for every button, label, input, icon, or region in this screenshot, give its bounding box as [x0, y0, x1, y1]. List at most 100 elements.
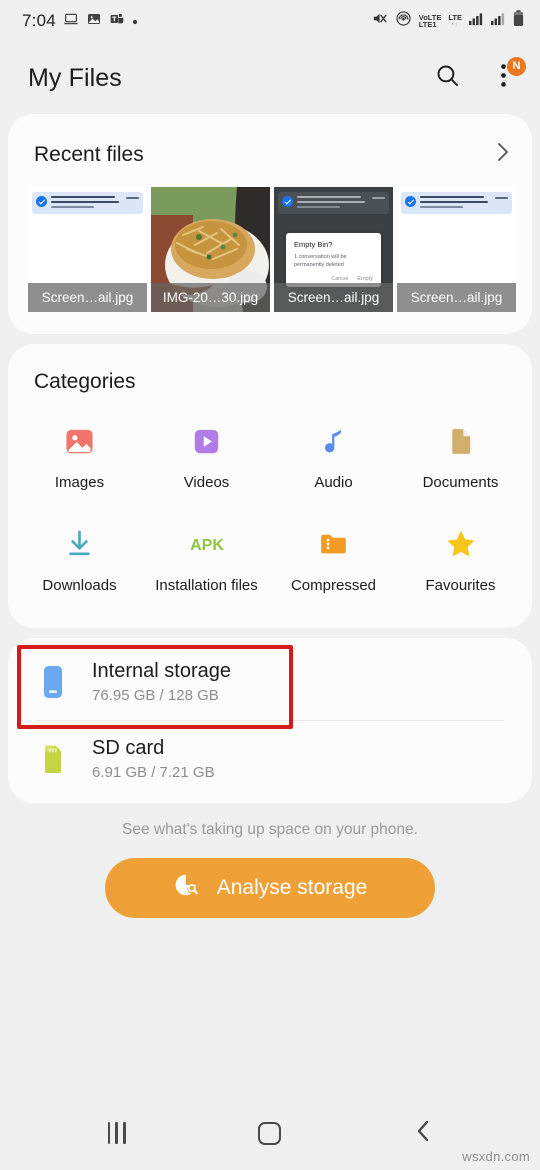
categories-grid: Images Videos Audio Documents Downloads … [8, 412, 532, 602]
category-downloads[interactable]: Downloads [16, 515, 143, 602]
recent-file-thumbnail[interactable]: Screen…ail.jpg [28, 187, 147, 312]
dialog-title: Empty Bin? [294, 240, 333, 249]
category-label: Compressed [290, 576, 377, 594]
storage-item-internal[interactable]: Internal storage 76.95 GB / 128 GB [8, 644, 532, 720]
pie-chart-search-icon [173, 871, 201, 904]
download-icon [57, 521, 103, 567]
category-videos[interactable]: Videos [143, 412, 270, 499]
category-favourites[interactable]: Favourites [397, 515, 524, 602]
status-clock: 7:04 [22, 11, 56, 30]
category-installation-files[interactable]: APK Installation files [143, 515, 270, 602]
lte-icon: LTE •↑ [448, 13, 462, 28]
folder-zip-icon [311, 521, 357, 567]
star-icon [438, 521, 484, 567]
recent-file-thumbnail[interactable]: IMG-20…30.jpg [151, 187, 270, 312]
more-options-button[interactable]: N [486, 57, 526, 95]
mail-preview-time [372, 197, 385, 200]
check-avatar-icon [405, 196, 416, 207]
signal-sim2-icon [491, 12, 506, 31]
search-button[interactable] [430, 61, 464, 95]
storage-item-name: Internal storage [92, 659, 231, 682]
system-navigation-bar [0, 1096, 540, 1170]
category-audio[interactable]: Audio [270, 412, 397, 499]
storage-item-text: SD card 6.91 GB / 7.21 GB [92, 737, 215, 781]
svg-text:APK: APK [190, 537, 224, 554]
mail-preview-lines [51, 196, 122, 210]
music-note-icon [311, 418, 357, 464]
back-button[interactable] [388, 1108, 458, 1158]
mail-preview-time [495, 197, 508, 200]
mute-icon [371, 10, 388, 32]
recent-file-thumbnail[interactable]: Screen…ail.jpg [397, 187, 516, 312]
volte-icon: VoLTE LTE1 [418, 12, 442, 29]
sd-card-icon [36, 740, 70, 778]
status-bar-left: 7:04 [22, 11, 138, 32]
check-avatar-icon [282, 196, 293, 207]
mail-preview-time [126, 197, 139, 200]
category-label: Images [54, 474, 105, 491]
recent-file-thumbnail[interactable]: Empty Bin? 1 conversation will be perman… [274, 187, 393, 312]
status-bar: 7:04 VoLTE LTE1 LTE •↑ [0, 0, 540, 42]
dot-indicator-icon [132, 12, 138, 30]
category-compressed[interactable]: Compressed [270, 515, 397, 602]
recent-file-name: Screen…ail.jpg [274, 283, 393, 312]
notification-badge: N [507, 57, 526, 76]
recent-file-name: Screen…ail.jpg [28, 283, 147, 312]
dialog-message: 1 conversation will be permanently delet… [294, 254, 347, 269]
search-icon [434, 62, 461, 94]
category-label: Documents [422, 474, 499, 491]
image-icon [57, 418, 103, 464]
status-bar-right: VoLTE LTE1 LTE •↑ [371, 10, 524, 32]
recent-files-thumbnails: Screen…ail.jpg IMG-20…30.jpg Empty Bin? … [8, 187, 532, 312]
back-icon [415, 1118, 431, 1149]
teams-icon [109, 11, 125, 32]
home-icon [258, 1121, 282, 1145]
category-label: Audio [314, 474, 353, 491]
analyse-storage-hint: See what's taking up space on your phone… [122, 820, 418, 838]
storage-item-sd-card[interactable]: SD card 6.91 GB / 7.21 GB [8, 721, 532, 797]
dialog-confirm-button: Empty [357, 275, 373, 282]
dialog-actions: Cancel Empty [294, 276, 373, 282]
app-bar: My Files N [0, 42, 540, 114]
mail-preview-lines [297, 196, 368, 210]
category-documents[interactable]: Documents [397, 412, 524, 499]
mail-preview-row [278, 192, 389, 215]
recents-button[interactable] [82, 1108, 152, 1158]
page-title: My Files [28, 63, 122, 92]
recent-file-name: IMG-20…30.jpg [151, 283, 270, 312]
signal-sim1-icon [469, 12, 484, 31]
apk-icon: APK [184, 521, 230, 567]
recent-files-card: Recent files Screen…ail.jpg IMG-20…30.jp… [8, 114, 532, 334]
analyse-storage-button[interactable]: Analyse storage [105, 857, 435, 918]
recents-icon [107, 1122, 126, 1144]
chevron-right-icon [496, 140, 510, 169]
battery-icon [513, 10, 524, 32]
category-label: Installation files [155, 576, 258, 594]
more-vert-icon [500, 64, 506, 92]
storage-card: Internal storage 76.95 GB / 128 GB SD ca… [8, 637, 532, 803]
app-bar-actions: N [430, 57, 526, 95]
laptop-icon [63, 11, 79, 32]
hotspot-icon [395, 10, 412, 32]
site-watermark: wsxdn.com [462, 1149, 530, 1164]
dialog-cancel-button: Cancel [331, 275, 349, 282]
recent-files-more-button[interactable] [496, 140, 510, 169]
storage-item-name: SD card [92, 736, 165, 759]
recent-file-name: Screen…ail.jpg [397, 283, 516, 312]
categories-header: Categories [8, 344, 532, 412]
category-label: Favourites [425, 576, 496, 594]
category-label: Videos [183, 474, 230, 491]
home-button[interactable] [235, 1108, 305, 1158]
categories-card: Categories Images Videos Audio Documents… [8, 344, 532, 628]
analyse-storage-label: Analyse storage [216, 875, 368, 899]
storage-item-text: Internal storage 76.95 GB / 128 GB [92, 660, 231, 704]
recent-files-title: Recent files [34, 142, 144, 166]
storage-item-usage: 6.91 GB / 7.21 GB [92, 763, 215, 781]
check-avatar-icon [36, 196, 47, 207]
mail-preview-row [401, 192, 512, 215]
photos-icon [86, 11, 102, 32]
mail-preview-row [32, 192, 143, 215]
recent-files-header: Recent files [8, 114, 532, 187]
document-icon [438, 418, 484, 464]
category-images[interactable]: Images [16, 412, 143, 499]
